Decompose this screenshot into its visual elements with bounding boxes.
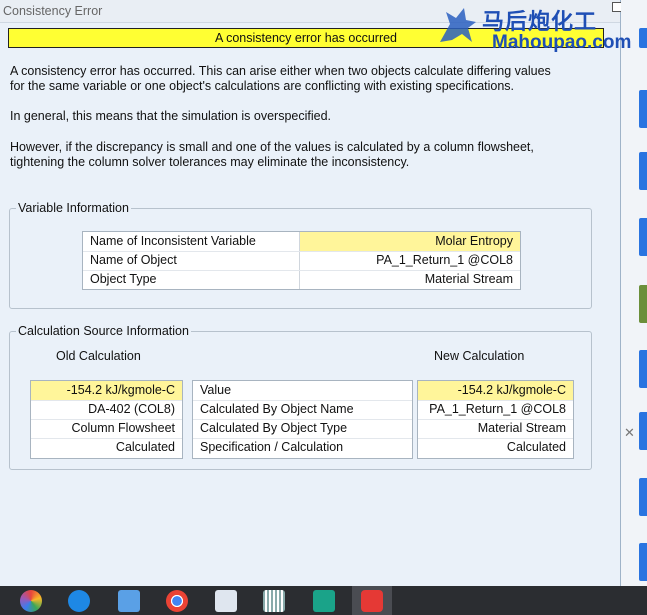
variable-info-table: Name of Inconsistent Variable Molar Entr… (82, 231, 521, 290)
table-row: Name of Object PA_1_Return_1 @COL8 (83, 251, 520, 271)
taskbar (0, 586, 647, 615)
inconsistent-variable-value[interactable]: Molar Entropy (300, 232, 520, 251)
database-icon[interactable] (118, 590, 140, 612)
table-row: PA_1_Return_1 @COL8 (418, 400, 573, 420)
hysys-icon[interactable] (313, 590, 335, 612)
calculation-source-legend: Calculation Source Information (16, 323, 191, 339)
background-button[interactable] (639, 478, 647, 516)
row-label: Specification / Calculation (200, 440, 344, 454)
table-row: Calculated (418, 438, 573, 457)
explanation-line-1: A consistency error has occurred. This c… (10, 64, 551, 78)
background-button[interactable] (639, 218, 647, 256)
table-row: DA-402 (COL8) (31, 400, 182, 420)
old-spec-calc-cell[interactable]: Calculated (31, 438, 182, 457)
background-button[interactable] (639, 412, 647, 450)
table-row: Calculated (31, 438, 182, 457)
new-object-type-cell[interactable]: Material Stream (418, 419, 573, 438)
table-row: Column Flowsheet (31, 419, 182, 439)
consistency-error-dialog: Consistency Error A consistency error ha… (0, 0, 622, 586)
tolerance-hint-line-2: tightening the column solver tolerances … (10, 155, 410, 169)
new-spec-calc-cell[interactable]: Calculated (418, 438, 573, 457)
photos-icon[interactable] (20, 590, 42, 612)
watermark-latin: Mahoupao.com (492, 32, 632, 53)
active-taskbar-slot[interactable] (352, 586, 392, 615)
old-calculation-heading: Old Calculation (56, 349, 141, 363)
old-value-cell[interactable]: -154.2 kJ/kgmole-C (31, 381, 182, 400)
new-calculation-heading: New Calculation (434, 349, 525, 363)
table-row: Object Type Material Stream (83, 270, 520, 289)
tolerance-hint-line-1: However, if the discrepancy is small and… (10, 140, 534, 154)
new-value-cell[interactable]: -154.2 kJ/kgmole-C (418, 381, 573, 400)
old-object-name-cell[interactable]: DA-402 (COL8) (31, 400, 182, 419)
table-row: Name of Inconsistent Variable Molar Entr… (83, 232, 520, 252)
object-name-value[interactable]: PA_1_Return_1 @COL8 (300, 251, 520, 270)
table-row: Material Stream (418, 419, 573, 439)
old-calculation-table: -154.2 kJ/kgmole-C DA-402 (COL8) Column … (30, 380, 183, 459)
table-row: Value (193, 381, 412, 401)
row-label: Name of Object (90, 253, 177, 267)
table-row: Calculated By Object Name (193, 400, 412, 420)
background-button[interactable] (639, 350, 647, 388)
close-icon[interactable]: ✕ (624, 425, 635, 441)
table-row: -154.2 kJ/kgmole-C (418, 381, 573, 401)
document-icon[interactable] (215, 590, 237, 612)
background-window-strip (621, 0, 647, 586)
row-label: Object Type (90, 272, 157, 286)
calculation-labels-table: Value Calculated By Object Name Calculat… (192, 380, 413, 459)
table-row: Calculated By Object Type (193, 419, 412, 439)
overspecified-note: In general, this means that the simulati… (10, 109, 332, 123)
calculation-source-group: Calculation Source Information Old Calcu… (9, 323, 592, 470)
grid-app-icon[interactable] (263, 590, 285, 612)
row-label: Calculated By Object Name (200, 402, 354, 416)
new-calculation-table: -154.2 kJ/kgmole-C PA_1_Return_1 @COL8 M… (417, 380, 574, 459)
background-button[interactable] (639, 90, 647, 128)
variable-information-group: Variable Information Name of Inconsisten… (9, 200, 592, 309)
row-label: Calculated By Object Type (200, 421, 348, 435)
new-object-name-cell[interactable]: PA_1_Return_1 @COL8 (418, 400, 573, 419)
background-button[interactable] (639, 28, 647, 48)
variable-information-legend: Variable Information (16, 200, 131, 216)
background-button[interactable] (639, 543, 647, 581)
explanation-line-2: for the same variable or one object's ca… (10, 79, 515, 93)
background-button[interactable] (639, 152, 647, 190)
table-row: Specification / Calculation (193, 438, 412, 457)
internet-explorer-icon[interactable] (68, 590, 90, 612)
old-object-type-cell[interactable]: Column Flowsheet (31, 419, 182, 438)
row-label: Name of Inconsistent Variable (90, 234, 256, 248)
window-title: Consistency Error (3, 4, 103, 18)
background-thumbnail[interactable] (639, 285, 647, 323)
watermark-horse-logo (440, 8, 476, 42)
chrome-icon[interactable] (166, 590, 188, 612)
table-row: -154.2 kJ/kgmole-C (31, 381, 182, 401)
row-label: Value (200, 383, 232, 397)
object-type-value[interactable]: Material Stream (300, 270, 520, 289)
cloud-icon (361, 590, 383, 612)
